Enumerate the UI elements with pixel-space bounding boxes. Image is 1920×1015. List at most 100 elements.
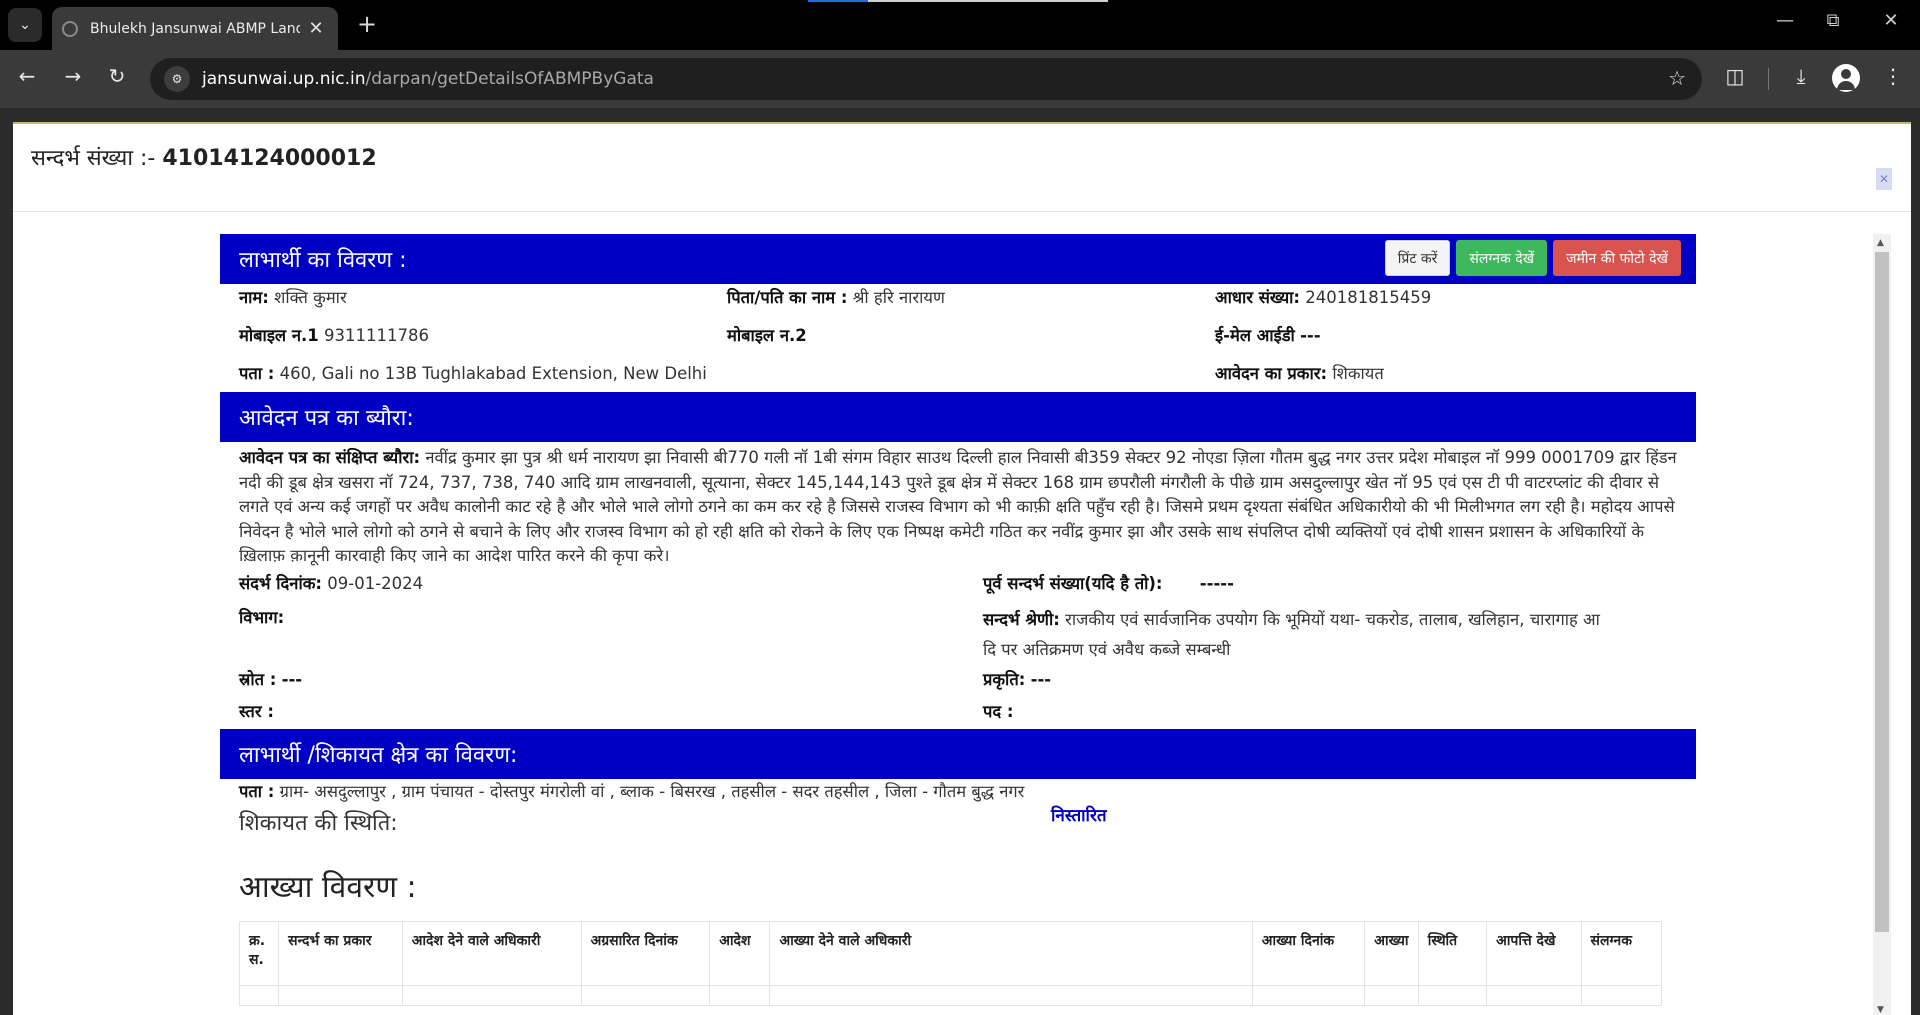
complaint-status-label: शिकायत की स्थिति: — [239, 810, 398, 836]
print-button[interactable]: प्रिंट करें — [1384, 240, 1451, 276]
address-bar[interactable]: ⚙ jansunwai.up.nic.in/darpan/getDetailsO… — [150, 58, 1702, 100]
father-name-field: पिता/पति का नाम : श्री हरि नारायण — [727, 285, 945, 308]
area-section-title: लाभार्थी /शिकायत क्षेत्र का विवरण: — [239, 742, 518, 768]
tab-search-button[interactable]: ⌄ — [8, 8, 42, 42]
prev-ref-value: ----- — [1199, 573, 1235, 593]
ref-number: 41014124000012 — [162, 146, 377, 171]
col-serial: क्र. स. — [238, 920, 280, 986]
nature-value: --- — [1030, 669, 1052, 689]
nature-label: प्रकृति: — [983, 669, 1026, 689]
bookmark-star-icon[interactable]: ☆ — [1668, 66, 1686, 90]
modal-scrollbar[interactable]: ▲ ▼ — [1873, 234, 1891, 1015]
mobile1-field: मोबाइल न.1 9311111786 — [239, 323, 429, 346]
minimize-icon[interactable]: — — [1770, 10, 1800, 31]
level-field: स्तर : — [239, 699, 274, 722]
category-field: सन्दर्भ श्रेणी: राजकीय एवं सार्वजानिक उप… — [983, 605, 1600, 665]
globe-icon — [62, 20, 78, 37]
mobile2-label: मोबाइल न.2 — [727, 326, 807, 345]
application-row-3: स्रोत : --- प्रकृति: --- — [220, 663, 1696, 697]
aadhaar-field: आधार संख्या: 240181815459 — [1215, 285, 1431, 308]
beneficiary-row-3: पता : 460, Gali no 13B Tughlakabad Exten… — [220, 356, 1696, 392]
col-report: आख्या — [1364, 920, 1419, 986]
browser-toolbar: ← → ↻ ⚙ jansunwai.up.nic.in/darpan/getDe… — [0, 50, 1920, 108]
category-label: सन्दर्भ श्रेणी: — [983, 609, 1060, 629]
site-info-icon[interactable]: ⚙ — [164, 66, 190, 92]
view-attachment-button[interactable]: संलग्नक देखें — [1456, 240, 1548, 276]
url-host: jansunwai.up.nic.in — [202, 69, 366, 89]
aadhaar-value: 240181815459 — [1305, 288, 1432, 307]
address-field: पता : 460, Gali no 13B Tughlakabad Exten… — [239, 361, 707, 384]
menu-kebab-icon[interactable]: ⋮ — [1878, 64, 1908, 88]
summary-text: नवींद्र कुमार झा पुत्र श्री धर्म नारायण … — [239, 448, 1677, 566]
col-status: स्थिति — [1417, 920, 1488, 986]
restore-icon[interactable]: ⧉ — [1818, 10, 1848, 31]
ref-date-field: संदर्भ दिनांक: 09-01-2024 — [239, 571, 423, 594]
mobile2-field: मोबाइल न.2 — [727, 323, 807, 346]
beneficiary-section-title: लाभार्थी का विवरण : — [239, 248, 407, 273]
view-land-photo-button[interactable]: जमीन की फोटो देखें — [1553, 240, 1681, 276]
akhya-section: आख्या विवरण : क्र. स. सन्दर्भ का प्रकार … — [220, 867, 1696, 1015]
level-label: स्तर : — [239, 701, 274, 721]
application-section-title: आवेदन पत्र का ब्यौरा: — [239, 406, 414, 431]
table-row — [238, 984, 1663, 1006]
scrollbar-thumb[interactable] — [1875, 252, 1889, 932]
father-name-value: श्री हरि नारायण — [852, 288, 945, 307]
post-field: पद : — [983, 699, 1013, 722]
forward-arrow-icon[interactable]: → — [58, 64, 88, 88]
scroll-down-icon[interactable]: ▼ — [1877, 1005, 1884, 1015]
close-icon[interactable]: ✕ — [304, 18, 328, 39]
application-type-field: आवेदन का प्रकार: शिकायत — [1215, 361, 1384, 384]
source-field: स्रोत : --- — [239, 667, 302, 690]
ref-label: सन्दर्भ संख्या :- — [31, 146, 156, 171]
toolbar-divider — [1768, 68, 1769, 90]
tab-title: Bhulekh Jansunwai ABMP Land — [90, 20, 300, 37]
nature-field: प्रकृति: --- — [983, 667, 1051, 690]
modal-scroll-area[interactable]: लाभार्थी का विवरण : प्रिंट करें संलग्नक … — [13, 234, 1911, 1015]
col-attachment: संलग्नक — [1580, 920, 1663, 986]
application-type-label: आवेदन का प्रकार: — [1215, 364, 1328, 383]
details-modal: सन्दर्भ संख्या :- 41014124000012 ✕ लाभार… — [13, 122, 1911, 1015]
col-order: आदेश — [709, 920, 771, 986]
aadhaar-label: आधार संख्या: — [1215, 288, 1301, 307]
area-section-header: लाभार्थी /शिकायत क्षेत्र का विवरण: — [220, 728, 1696, 779]
col-report-date: आख्या दिनांक — [1251, 920, 1366, 986]
mobile1-label: मोबाइल न.1 — [239, 326, 319, 345]
father-name-label: पिता/पति का नाम : — [727, 288, 848, 307]
browser-tab-active[interactable]: Bhulekh Jansunwai ABMP Land ✕ — [52, 7, 338, 50]
application-type-value: शिकायत — [1332, 364, 1384, 383]
source-label: स्रोत : — [239, 669, 277, 689]
category-value-line2: दि पर अतिक्रमण एवं अवैध कब्जे सम्बन्धी — [983, 639, 1231, 659]
reload-icon[interactable]: ↻ — [102, 64, 132, 88]
area-address-value: ग्राम- असदुल्लापुर , ग्राम पंचायत - दोस्… — [279, 781, 1025, 801]
new-tab-button[interactable]: + — [352, 10, 382, 38]
mobile1-value: 9311111786 — [324, 326, 430, 345]
complaint-status-value: निस्तारित — [1051, 805, 1107, 826]
col-objection: आपत्ति देखे — [1486, 920, 1582, 986]
browser-tab-bar: ⌄ Bhulekh Jansunwai ABMP Land ✕ + — ⧉ ✕ — [0, 0, 1920, 50]
application-row-2: विभाग: सन्दर्भ श्रेणी: राजकीय एवं सार्वज… — [220, 601, 1696, 663]
modal-close-button[interactable]: ✕ — [1876, 168, 1892, 190]
col-report-officer: आख्या देने वाले अधिकारी — [769, 920, 1253, 986]
application-row-4: स्तर : पद : — [220, 697, 1696, 729]
department-label: विभाग: — [239, 607, 285, 627]
scroll-up-icon[interactable]: ▲ — [1877, 238, 1884, 248]
profile-avatar-icon[interactable] — [1832, 64, 1860, 92]
application-summary: आवेदन पत्र का संक्षिप्त ब्यौरा: नवींद्र … — [220, 442, 1696, 569]
beneficiary-row-2: मोबाइल न.1 9311111786 मोबाइल न.2 ई-मेल आ… — [220, 318, 1696, 356]
download-icon[interactable]: ⤓ — [1786, 64, 1816, 88]
back-arrow-icon[interactable]: ← — [12, 64, 42, 88]
area-address-row: पता : ग्राम- असदुल्लापुर , ग्राम पंचायत … — [220, 779, 1696, 809]
details-content: लाभार्थी का विवरण : प्रिंट करें संलग्नक … — [220, 234, 1696, 1015]
col-forward-date: अग्रसारित दिनांक — [580, 920, 711, 986]
window-close-icon[interactable]: ✕ — [1876, 10, 1906, 31]
post-label: पद : — [983, 701, 1014, 721]
extensions-icon[interactable]: ◫ — [1720, 64, 1750, 88]
page-title: सन्दर्भ संख्या :- 41014124000012 — [31, 142, 377, 172]
complaint-status-row: शिकायत की स्थिति: निस्तारित — [220, 806, 1696, 867]
action-buttons: प्रिंट करें संलग्नक देखें जमीन की फोटो द… — [1384, 240, 1681, 276]
department-field: विभाग: — [239, 605, 284, 628]
application-section-header: आवेदन पत्र का ब्यौरा: — [220, 392, 1696, 442]
beneficiary-section-header: लाभार्थी का विवरण : प्रिंट करें संलग्नक … — [220, 234, 1696, 284]
area-address-label: पता : — [239, 781, 275, 801]
name-value: शक्ति कुमार — [274, 288, 347, 307]
